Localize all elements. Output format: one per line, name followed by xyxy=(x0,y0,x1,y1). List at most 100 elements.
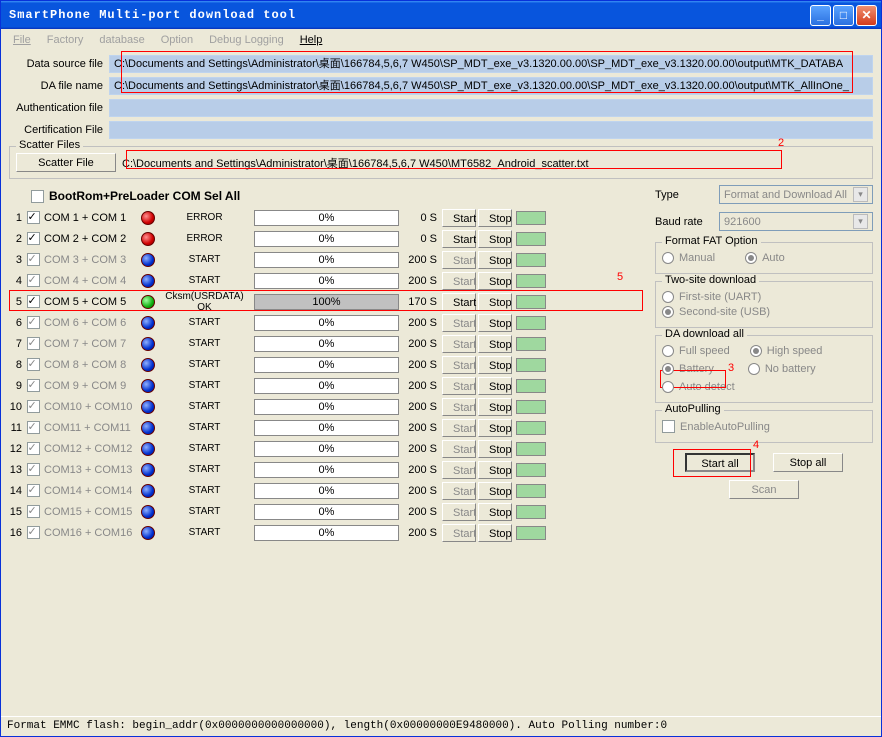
start-button[interactable]: Start xyxy=(442,377,476,395)
status-message: START xyxy=(157,359,252,370)
com-checkbox[interactable] xyxy=(27,526,40,539)
fat-auto-radio[interactable] xyxy=(745,252,757,264)
full-speed-radio[interactable] xyxy=(662,345,674,357)
status-led-icon xyxy=(141,295,155,309)
com-checkbox[interactable] xyxy=(27,232,40,245)
no-battery-radio[interactable] xyxy=(748,363,760,375)
menu-option[interactable]: Option xyxy=(155,32,199,48)
minimize-button[interactable]: _ xyxy=(810,5,831,26)
start-button[interactable]: Start xyxy=(442,251,476,269)
stop-button[interactable]: Stop xyxy=(478,293,512,311)
fat-manual-radio[interactable] xyxy=(662,252,674,264)
menubar: File Factory database Option Debug Loggi… xyxy=(1,29,881,51)
start-button[interactable]: Start xyxy=(442,419,476,437)
start-button[interactable]: Start xyxy=(442,293,476,311)
com-checkbox[interactable] xyxy=(27,463,40,476)
menu-factory[interactable]: Factory xyxy=(41,32,90,48)
stop-button[interactable]: Stop xyxy=(478,482,512,500)
menu-debug[interactable]: Debug Logging xyxy=(203,32,290,48)
menu-file[interactable]: File xyxy=(7,32,37,48)
menu-help[interactable]: Help xyxy=(294,32,329,48)
first-site-radio[interactable] xyxy=(662,291,674,303)
start-button[interactable]: Start xyxy=(442,209,476,227)
status-message: START xyxy=(157,380,252,391)
start-button[interactable]: Start xyxy=(442,503,476,521)
start-button[interactable]: Start xyxy=(442,440,476,458)
stop-button[interactable]: Stop xyxy=(478,440,512,458)
battery-radio[interactable] xyxy=(662,363,674,375)
com-checkbox[interactable] xyxy=(27,253,40,266)
status-led-icon xyxy=(141,316,155,330)
status-led-icon xyxy=(141,337,155,351)
stop-button[interactable]: Stop xyxy=(478,251,512,269)
type-label: Type xyxy=(655,189,713,201)
data-source-input[interactable]: C:\Documents and Settings\Administrator\… xyxy=(109,55,873,73)
close-button[interactable]: ✕ xyxy=(856,5,877,26)
com-checkbox[interactable] xyxy=(27,358,40,371)
com-checkbox[interactable] xyxy=(27,400,40,413)
com-checkbox[interactable] xyxy=(27,337,40,350)
start-button[interactable]: Start xyxy=(442,398,476,416)
status-message: START xyxy=(157,443,252,454)
com-checkbox[interactable] xyxy=(27,274,40,287)
stop-button[interactable]: Stop xyxy=(478,461,512,479)
menu-database[interactable]: database xyxy=(93,32,150,48)
maximize-button[interactable]: □ xyxy=(833,5,854,26)
start-button[interactable]: Start xyxy=(442,230,476,248)
auto-detect-radio[interactable] xyxy=(662,381,674,393)
cert-file-input[interactable] xyxy=(109,121,873,139)
stop-all-button[interactable]: Stop all xyxy=(773,453,843,472)
start-button[interactable]: Start xyxy=(442,272,476,290)
start-button[interactable]: Start xyxy=(442,356,476,374)
status-message: ERROR xyxy=(157,212,252,223)
start-button[interactable]: Start xyxy=(442,335,476,353)
status-led-icon xyxy=(141,505,155,519)
second-site-radio[interactable] xyxy=(662,306,674,318)
stop-button[interactable]: Stop xyxy=(478,419,512,437)
start-all-button[interactable]: Start all xyxy=(685,453,755,472)
stop-button[interactable]: Stop xyxy=(478,335,512,353)
baud-select[interactable]: 921600▾ xyxy=(719,212,873,231)
stop-button[interactable]: Stop xyxy=(478,398,512,416)
com-checkbox[interactable] xyxy=(27,316,40,329)
com-row: 9COM 9 + COM 9START0%200 SStartStop xyxy=(9,375,647,396)
result-led xyxy=(516,232,546,246)
da-file-input[interactable]: C:\Documents and Settings\Administrator\… xyxy=(109,77,873,95)
com-checkbox[interactable] xyxy=(27,421,40,434)
com-checkbox[interactable] xyxy=(27,379,40,392)
stop-button[interactable]: Stop xyxy=(478,377,512,395)
stop-button[interactable]: Stop xyxy=(478,314,512,332)
com-checkbox[interactable] xyxy=(27,484,40,497)
high-speed-radio[interactable] xyxy=(750,345,762,357)
com-checkbox[interactable] xyxy=(27,505,40,518)
stop-button[interactable]: Stop xyxy=(478,356,512,374)
enable-autopulling-checkbox[interactable] xyxy=(662,420,675,433)
start-button[interactable]: Start xyxy=(442,524,476,542)
com-checkbox[interactable] xyxy=(27,211,40,224)
start-button[interactable]: Start xyxy=(442,482,476,500)
com-name: COM12 + COM12 xyxy=(41,443,139,455)
scan-button[interactable]: Scan xyxy=(729,480,799,499)
progress-bar: 100% xyxy=(254,294,399,310)
stop-button[interactable]: Stop xyxy=(478,209,512,227)
scatter-path-input[interactable]: C:\Documents and Settings\Administrator\… xyxy=(122,155,866,171)
status-message: START xyxy=(157,317,252,328)
scatter-file-button[interactable]: Scatter File xyxy=(16,153,116,172)
auth-file-input[interactable] xyxy=(109,99,873,117)
com-checkbox[interactable] xyxy=(27,295,40,308)
stop-button[interactable]: Stop xyxy=(478,230,512,248)
type-select[interactable]: Format and Download All▾ xyxy=(719,185,873,204)
result-led xyxy=(516,337,546,351)
com-name: COM 2 + COM 2 xyxy=(41,233,139,245)
stop-button[interactable]: Stop xyxy=(478,524,512,542)
com-checkbox[interactable] xyxy=(27,442,40,455)
com-row: 12COM12 + COM12START0%200 SStartStop xyxy=(9,438,647,459)
chevron-down-icon: ▾ xyxy=(853,214,868,229)
stop-button[interactable]: Stop xyxy=(478,503,512,521)
start-button[interactable]: Start xyxy=(442,314,476,332)
stop-button[interactable]: Stop xyxy=(478,272,512,290)
result-led xyxy=(516,463,546,477)
bootrom-sel-all-checkbox[interactable] xyxy=(31,190,44,203)
start-button[interactable]: Start xyxy=(442,461,476,479)
status-led-icon xyxy=(141,442,155,456)
